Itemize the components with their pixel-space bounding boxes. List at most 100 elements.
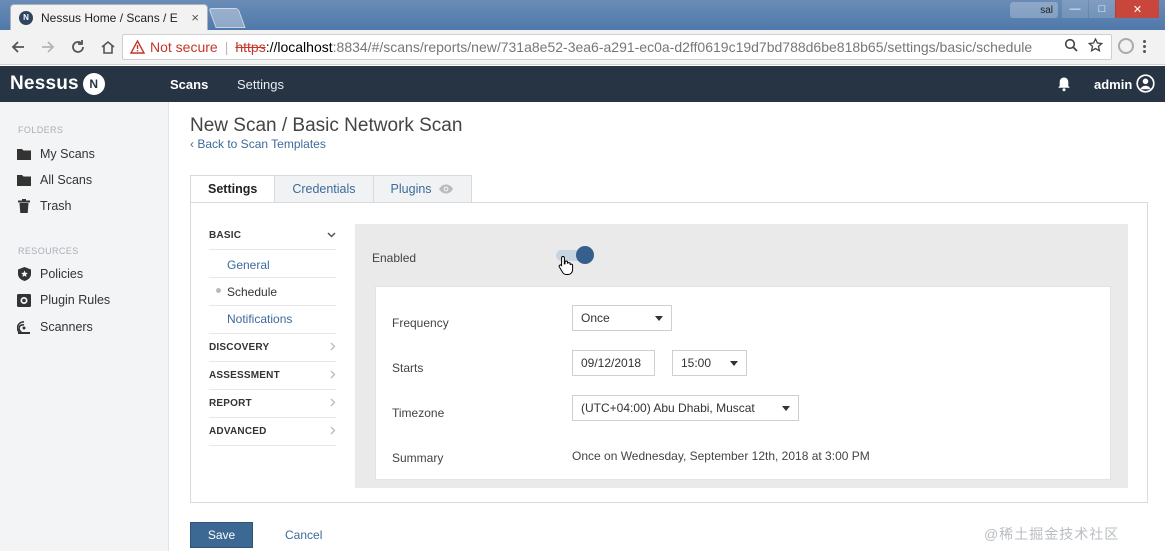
frequency-label: Frequency <box>392 316 449 330</box>
timezone-value: (UTC+04:00) Abu Dhabi, Muscat <box>581 401 755 415</box>
logo-badge-icon: N <box>82 73 105 95</box>
sidebar-item-my-scans[interactable]: My Scans <box>17 147 95 161</box>
tab-close-icon[interactable]: × <box>191 10 199 25</box>
sidebar-item-plugin-rules[interactable]: Plugin Rules <box>17 293 110 307</box>
chevron-right-icon <box>330 398 336 410</box>
back-arrow-icon[interactable] <box>6 35 30 59</box>
leftnav-divider <box>209 250 336 278</box>
bookmark-star-icon[interactable] <box>1087 37 1104 55</box>
user-name[interactable]: admin <box>1094 77 1132 92</box>
address-separator: | <box>224 39 229 55</box>
browser-titlebar: N Nessus Home / Scans / E × sal — □ ✕ <box>0 0 1165 30</box>
nessus-logo[interactable]: Nessus N <box>10 73 105 95</box>
plugin-rules-icon <box>17 293 31 307</box>
leftnav-divider <box>209 278 336 306</box>
frequency-value: Once <box>581 311 610 325</box>
leftnav-advanced-label: ADVANCED <box>209 426 267 437</box>
leftnav-assessment-label: ASSESSMENT <box>209 370 280 381</box>
reload-icon[interactable] <box>66 35 90 59</box>
browser-toolbar: Not secure | https://localhost:8834/#/sc… <box>0 30 1165 65</box>
leftnav-divider <box>209 306 336 334</box>
browser-menu-icon[interactable] <box>1143 40 1147 53</box>
leftnav-report-label: REPORT <box>209 398 252 409</box>
tab-plugins[interactable]: Plugins <box>372 175 472 203</box>
sidebar-item-all-scans[interactable]: All Scans <box>17 173 92 187</box>
zoom-search-icon[interactable] <box>1064 38 1078 55</box>
enabled-label: Enabled <box>372 251 417 265</box>
start-date-input[interactable]: 09/12/2018 <box>572 350 655 376</box>
scanners-icon <box>17 320 31 334</box>
extension-icon[interactable] <box>1118 38 1134 54</box>
leftnav-basic[interactable]: BASIC <box>209 222 336 250</box>
cancel-button[interactable]: Cancel <box>285 528 322 542</box>
save-button[interactable]: Save <box>190 522 253 548</box>
summary-value: Once on Wednesday, September 12th, 2018 … <box>572 449 870 463</box>
starts-label: Starts <box>392 361 424 375</box>
folder-icon <box>17 173 31 187</box>
home-icon[interactable] <box>96 35 120 59</box>
window-controls: — □ ✕ <box>1061 0 1159 18</box>
hand-cursor-icon <box>558 255 574 278</box>
tab-credentials[interactable]: Credentials <box>274 175 374 203</box>
browser-profile-chip[interactable]: sal <box>1010 2 1058 18</box>
new-tab-button[interactable] <box>208 8 246 28</box>
sidebar-item-label: All Scans <box>40 173 93 187</box>
settings-tabs: Settings Credentials Plugins <box>190 175 472 203</box>
warning-icon <box>129 39 145 55</box>
chevron-down-icon <box>327 230 336 241</box>
leftnav-discovery-label: DISCOVERY <box>209 342 270 353</box>
sidebar-item-trash[interactable]: Trash <box>17 199 72 213</box>
chevron-right-icon <box>330 370 336 382</box>
forward-arrow-icon[interactable] <box>36 35 60 59</box>
nav-settings[interactable]: Settings <box>237 77 284 92</box>
timezone-select[interactable]: (UTC+04:00) Abu Dhabi, Muscat <box>572 395 799 421</box>
notifications-bell-icon[interactable] <box>1057 76 1071 95</box>
watermark: @稀土掘金技术社区 <box>984 526 1120 542</box>
sidebar-section-resources: RESOURCES <box>18 246 79 256</box>
not-secure-label[interactable]: Not secure <box>150 39 218 55</box>
sidebar-item-scanners[interactable]: Scanners <box>17 320 93 334</box>
caret-down-icon <box>730 360 738 366</box>
nav-scans[interactable]: Scans <box>170 77 208 92</box>
url-host: ://localhost <box>265 39 333 55</box>
schedule-form: Frequency Once Starts 09/12/2018 15:00 T… <box>375 286 1111 480</box>
sidebar-section-folders: FOLDERS <box>18 125 64 135</box>
folder-icon <box>17 147 31 161</box>
tab-settings[interactable]: Settings <box>190 175 276 203</box>
leftnav-report[interactable]: REPORT <box>209 390 336 418</box>
caret-down-icon <box>655 315 663 321</box>
logo-text: Nessus <box>10 73 79 94</box>
leftnav-discovery[interactable]: DISCOVERY <box>209 334 336 362</box>
start-time-select[interactable]: 15:00 <box>672 350 747 376</box>
settings-panel: BASIC General Schedule Notifications DIS… <box>190 202 1148 503</box>
start-time-value: 15:00 <box>681 356 712 370</box>
frequency-select[interactable]: Once <box>572 305 672 331</box>
caret-down-icon <box>782 405 790 411</box>
leftnav-advanced[interactable]: ADVANCED <box>209 418 336 446</box>
toggle-knob <box>576 246 594 264</box>
timezone-label: Timezone <box>392 406 445 420</box>
maximize-icon[interactable]: □ <box>1088 0 1115 18</box>
shield-icon <box>17 267 31 281</box>
user-avatar-icon[interactable] <box>1136 74 1155 93</box>
window-close-icon[interactable]: ✕ <box>1115 0 1159 18</box>
nessus-favicon-icon: N <box>19 10 33 25</box>
app-header: Nessus N Scans Settings admin <box>0 66 1165 102</box>
leftnav-basic-label: BASIC <box>209 230 242 241</box>
url-path: :8834/#/scans/reports/new/731a8e52-3ea6-… <box>332 39 1033 55</box>
sidebar-item-label: Plugin Rules <box>40 293 111 307</box>
url-protocol: https <box>235 39 266 55</box>
minimize-icon[interactable]: — <box>1061 0 1088 18</box>
browser-tab[interactable]: N Nessus Home / Scans / E × <box>10 4 208 30</box>
trash-icon <box>17 199 31 213</box>
chevron-right-icon <box>330 426 336 438</box>
sidebar-item-label: Scanners <box>40 320 93 334</box>
schedule-content: Enabled Frequency Once Starts 09/12/2018… <box>355 224 1128 488</box>
address-bar[interactable]: Not secure | https://localhost:8834/#/sc… <box>122 34 1112 60</box>
leftnav-assessment[interactable]: ASSESSMENT <box>209 362 336 390</box>
chevron-right-icon <box>330 342 336 354</box>
page-title: New Scan / Basic Network Scan <box>190 115 463 136</box>
back-to-templates-link[interactable]: ‹ Back to Scan Templates <box>190 137 326 151</box>
sidebar: FOLDERS My Scans All Scans Trash RESOURC… <box>0 102 169 551</box>
sidebar-item-policies[interactable]: Policies <box>17 267 83 281</box>
